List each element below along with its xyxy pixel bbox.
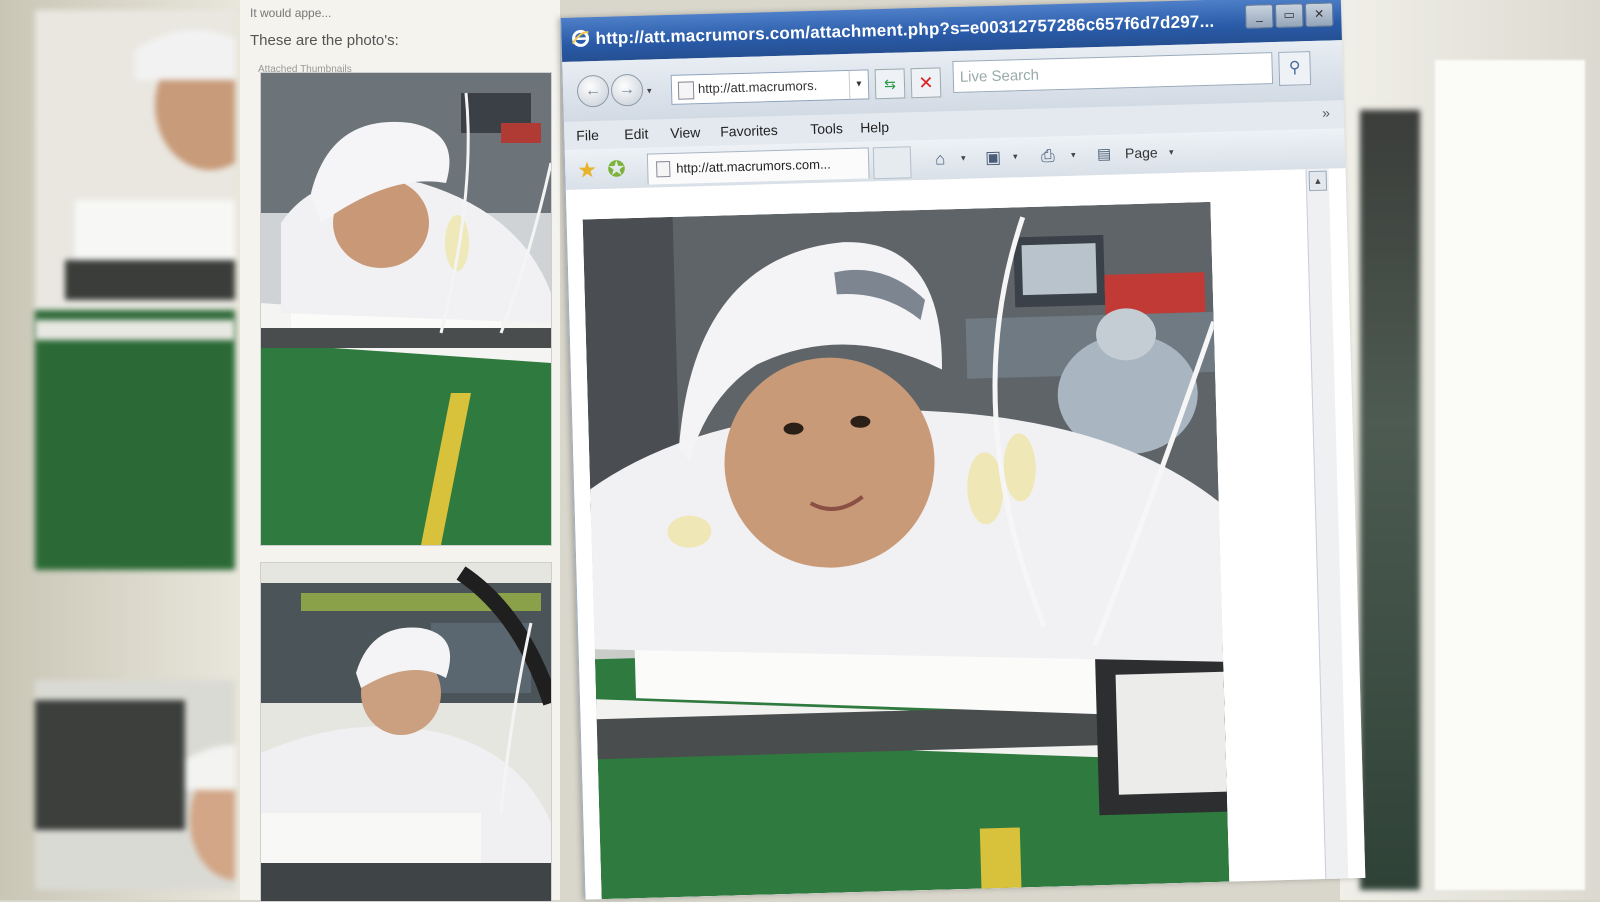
attachment-thumbnail-2[interactable] xyxy=(260,562,552,902)
page-menu-icon[interactable]: ▤ xyxy=(1097,145,1112,163)
search-button[interactable]: ⚲ xyxy=(1278,51,1312,86)
home-icon[interactable]: ⌂ xyxy=(935,149,946,169)
blurred-strip xyxy=(1360,110,1420,890)
feeds-icon[interactable]: ▣ xyxy=(985,148,1002,168)
stop-button[interactable]: ✕ xyxy=(910,67,942,99)
back-arrow-icon: ← xyxy=(584,81,602,100)
post-text-fragment: It would appe... xyxy=(250,6,332,20)
minimize-button[interactable]: _ xyxy=(1244,4,1274,29)
ie-logo-icon xyxy=(571,29,590,47)
address-bar[interactable]: http://att.macrumors. ▾ xyxy=(670,69,870,105)
menu-favorites[interactable]: Favorites xyxy=(720,122,778,140)
favorites-star-icon[interactable]: ★ xyxy=(577,157,597,184)
print-icon[interactable]: ⎙ xyxy=(1041,146,1055,166)
page-menu-label[interactable]: Page xyxy=(1125,144,1158,161)
forum-post: It would appe... These are the photo's: … xyxy=(240,0,560,902)
magnifier-icon: ⚲ xyxy=(1288,59,1301,77)
new-tab-button[interactable] xyxy=(872,146,912,180)
menu-file[interactable]: File xyxy=(576,127,599,144)
page-icon xyxy=(677,81,695,100)
refresh-icon: ⇆ xyxy=(883,75,897,92)
add-favorite-icon[interactable]: ✪ xyxy=(607,156,626,183)
menu-help[interactable]: Help xyxy=(860,119,889,136)
menu-overflow-chevron[interactable]: » xyxy=(1322,105,1330,121)
scroll-up-button[interactable]: ▲ xyxy=(1308,170,1328,192)
page-menu-dropdown[interactable]: ▾ xyxy=(1169,147,1174,158)
forward-button[interactable]: → xyxy=(610,73,644,107)
thumbnail-photo-worker-2 xyxy=(261,563,551,901)
menu-tools[interactable]: Tools xyxy=(810,120,843,137)
attachment-image xyxy=(582,201,1230,900)
post-intro-text: These are the photo's: xyxy=(250,32,399,49)
tab-label: http://att.macrumors.com... xyxy=(676,156,832,176)
stop-icon: ✕ xyxy=(918,72,934,94)
page-content: ▲ xyxy=(565,168,1366,900)
tab-current-page[interactable]: http://att.macrumors.com... xyxy=(646,147,870,185)
vertical-scrollbar[interactable]: ▲ xyxy=(1305,168,1349,879)
attachment-thumbnail-1[interactable] xyxy=(260,72,552,546)
home-dropdown[interactable]: ▾ xyxy=(961,153,966,164)
blurred-photo-bottom xyxy=(35,680,235,890)
blurred-panel xyxy=(1435,60,1585,890)
refresh-button[interactable]: ⇆ xyxy=(874,68,906,100)
menu-edit[interactable]: Edit xyxy=(624,126,649,143)
blurred-photo-top xyxy=(35,10,235,340)
blurred-background-right xyxy=(1340,0,1600,900)
history-dropdown[interactable]: ▾ xyxy=(647,85,652,96)
forward-arrow-icon: → xyxy=(618,80,636,99)
search-input[interactable]: Live Search xyxy=(952,52,1274,94)
back-button[interactable]: ← xyxy=(576,74,610,108)
browser-window: http://att.macrumors.com/attachment.php?… xyxy=(560,0,1366,900)
thumbnail-photo-worker-1 xyxy=(261,73,551,545)
tab-page-icon xyxy=(656,160,671,178)
close-button[interactable]: ✕ xyxy=(1304,2,1334,28)
address-dropdown[interactable]: ▾ xyxy=(848,70,869,99)
blurred-background-left xyxy=(0,0,240,900)
maximize-button[interactable]: ▭ xyxy=(1274,3,1304,29)
factory-worker-photo xyxy=(582,201,1230,900)
blurred-photo-middle xyxy=(35,320,235,570)
address-text: http://att.macrumors. xyxy=(697,77,818,97)
print-dropdown[interactable]: ▾ xyxy=(1071,150,1076,161)
browser-title: http://att.macrumors.com/attachment.php?… xyxy=(595,11,1215,49)
feeds-dropdown[interactable]: ▾ xyxy=(1013,151,1018,162)
menu-view[interactable]: View xyxy=(670,124,701,141)
